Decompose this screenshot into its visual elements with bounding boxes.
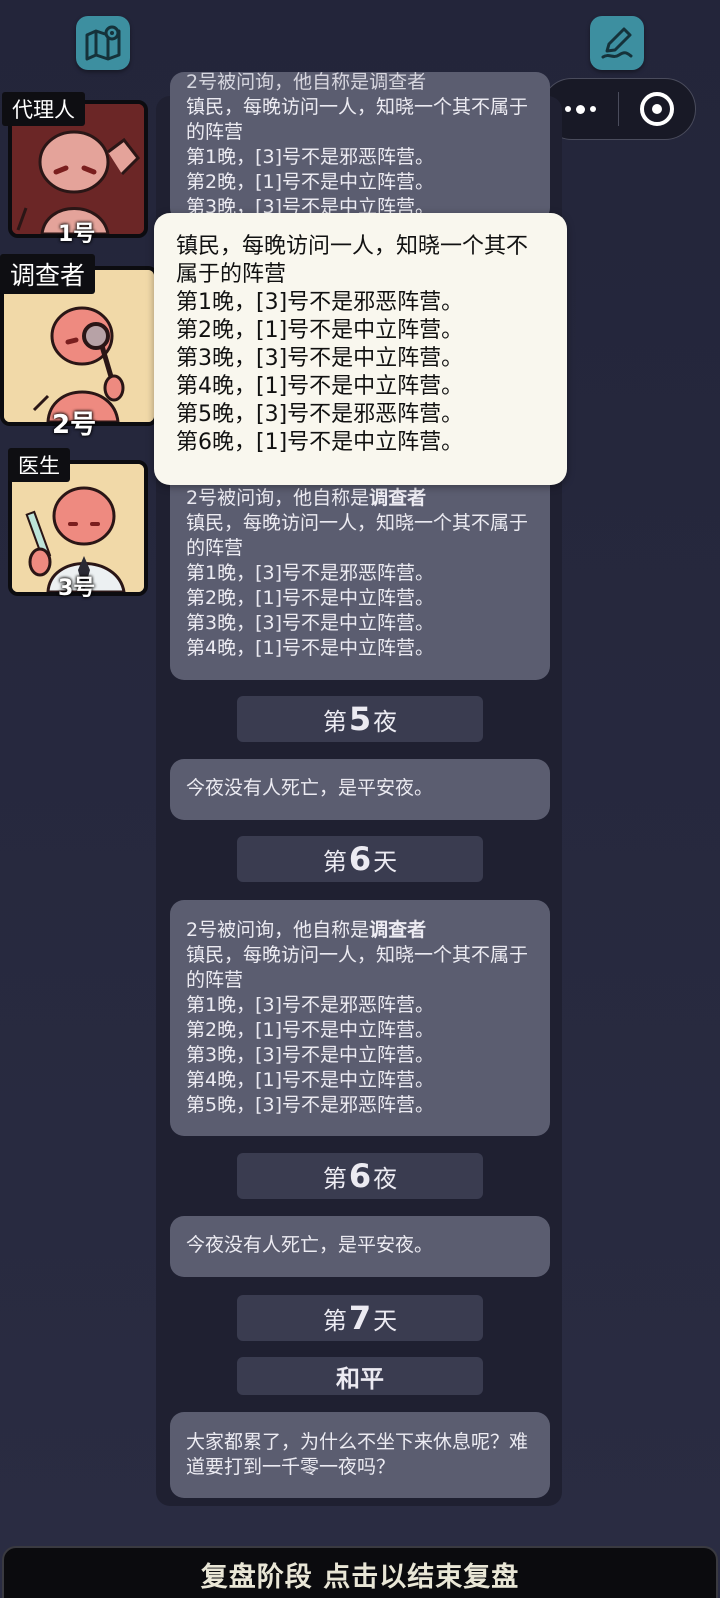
night-header: 第5夜 <box>237 696 483 742</box>
header-text: 第 <box>322 847 347 876</box>
pen-icon <box>601 27 633 59</box>
day-header: 第7天 <box>237 1295 483 1341</box>
peace-header: 和平 <box>237 1357 483 1395</box>
player-number: 1号 <box>58 222 96 247</box>
map-button[interactable] <box>76 16 130 70</box>
log-message: 大家都累了，为什么不坐下来休息呢？难道要打到一千零一夜吗？ <box>170 1412 550 1498</box>
header-text: 第 <box>322 707 347 736</box>
game-screen: 2号被问询，他自称是调查者 镇民，每晚访问一人，知晓一个其不属于的阵营 第1晚，… <box>0 0 720 1598</box>
night-header: 第6夜 <box>237 1153 483 1199</box>
message-line: 第1晚，[3]号不是邪恶阵营。 <box>186 994 435 1016</box>
tooltip-line: 第4晚，[1]号不是中立阵营。 <box>176 374 464 399</box>
player-card-3[interactable]: 医生 3号 <box>2 448 152 608</box>
message-line: 第2晚，[1]号不是中立阵营。 <box>186 587 435 609</box>
message-line: 第3晚，[3]号不是中立阵营。 <box>186 612 435 634</box>
tooltip-line: 第2晚，[1]号不是中立阵营。 <box>176 318 464 343</box>
tooltip-line: 镇民，每晚访问一人，知晓一个其不属于的阵营 <box>176 234 529 287</box>
header-number: 6 <box>348 840 372 878</box>
player-card-2[interactable]: 调查者 2号 <box>0 254 160 444</box>
header-number: 7 <box>348 1299 372 1337</box>
role-name: 调查者 <box>369 487 427 509</box>
tooltip-line: 第5晚，[3]号不是邪恶阵营。 <box>176 402 464 427</box>
message-line: 第1晚，[3]号不是邪恶阵营。 <box>186 146 435 168</box>
message-line: 镇民，每晚访问一人，知晓一个其不属于的阵营 <box>186 96 529 143</box>
message-line: 大家都累了，为什么不坐下来休息呢？难道要打到一千零一夜吗？ <box>186 1431 529 1478</box>
message-line: 第2晚，[1]号不是中立阵营。 <box>186 171 435 193</box>
header-text: 天 <box>373 1306 398 1335</box>
role-name: 调查者 <box>369 919 427 941</box>
log-message: 今夜没有人死亡，是平安夜。 <box>170 759 550 820</box>
more-dots-icon <box>564 104 596 114</box>
log-message: 2号被问询，他自称是调查者 镇民，每晚访问一人，知晓一个其不属于的阵营 第1晚，… <box>170 900 550 1136</box>
header-text: 第 <box>322 1306 347 1335</box>
header-number: 6 <box>348 1157 372 1195</box>
message-line: 第4晚，[1]号不是中立阵营。 <box>186 637 435 659</box>
player-number: 3号 <box>58 576 96 601</box>
message-line: 2号被问询，他自称是调查者 <box>186 486 534 511</box>
role-tag: 医生 <box>8 448 70 482</box>
message-line: 镇民，每晚访问一人，知晓一个其不属于的阵营 <box>186 944 529 991</box>
message-line: 第5晚，[3]号不是邪恶阵营。 <box>186 1094 435 1116</box>
header-text: 夜 <box>373 707 398 736</box>
header-text: 第 <box>322 1164 347 1193</box>
tooltip-line: 第3晚，[3]号不是中立阵营。 <box>176 346 464 371</box>
player-card-1[interactable]: 代理人 1号 <box>2 92 152 252</box>
tooltip-line: 第6晚，[1]号不是中立阵营。 <box>176 430 464 455</box>
message-line: 2号被问询，他自称是调查者 <box>186 72 427 93</box>
map-pin-icon <box>85 25 121 61</box>
message-text: 2号被问询，他自称是 <box>186 487 370 509</box>
message-line: 镇民，每晚访问一人，知晓一个其不属于的阵营 <box>186 512 529 559</box>
message-line: 今夜没有人死亡，是平安夜。 <box>186 1234 434 1256</box>
role-tag: 调查者 <box>0 254 96 294</box>
close-miniprogram-button[interactable] <box>619 79 695 139</box>
message-line: 2号被问询，他自称是调查者 <box>186 918 534 943</box>
day-header: 第6天 <box>237 836 483 882</box>
target-icon <box>640 92 674 126</box>
role-tooltip: 镇民，每晚访问一人，知晓一个其不属于的阵营 第1晚，[3]号不是邪恶阵营。 第2… <box>154 213 567 485</box>
miniprogram-capsule <box>541 78 696 140</box>
log-message: 今夜没有人死亡，是平安夜。 <box>170 1216 550 1277</box>
message-line: 第3晚，[3]号不是中立阵营。 <box>186 1044 435 1066</box>
player-number: 2号 <box>52 410 97 440</box>
end-review-button[interactable]: 复盘阶段 点击以结束复盘 <box>2 1546 718 1598</box>
log-message: 2号被问询，他自称是调查者 镇民，每晚访问一人，知晓一个其不属于的阵营 第1晚，… <box>170 72 550 222</box>
notes-button[interactable] <box>590 16 644 70</box>
message-line: 第1晚，[3]号不是邪恶阵营。 <box>186 562 435 584</box>
header-text: 夜 <box>373 1164 398 1193</box>
tooltip-line: 第1晚，[3]号不是邪恶阵营。 <box>176 290 464 315</box>
message-line: 第2晚，[1]号不是中立阵营。 <box>186 1019 435 1041</box>
role-tag: 代理人 <box>2 92 85 126</box>
header-number: 5 <box>348 700 372 738</box>
message-line: 今夜没有人死亡，是平安夜。 <box>186 777 434 799</box>
message-line: 第4晚，[1]号不是中立阵营。 <box>186 1069 435 1091</box>
header-text: 天 <box>373 847 398 876</box>
message-text: 2号被问询，他自称是 <box>186 919 370 941</box>
